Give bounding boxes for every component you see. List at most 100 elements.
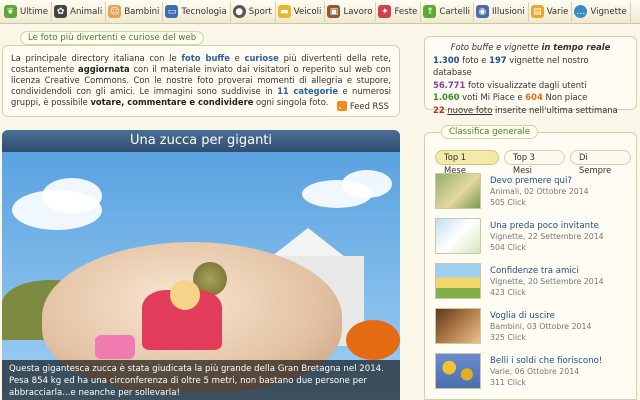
stats-text: foto visualizzate dagli utenti bbox=[465, 79, 587, 90]
pink-boots bbox=[95, 335, 135, 359]
nav-item-vignette[interactable]: … Vignette bbox=[572, 1, 631, 22]
stats-text: inserite nell'ultima settimana bbox=[492, 104, 618, 115]
nav-label: Ultime bbox=[20, 6, 49, 17]
list-item[interactable]: Devo premere qui? Animali, 02 Ottobre 201… bbox=[435, 173, 635, 218]
stats-title-text: Foto buffe e vignette bbox=[450, 42, 542, 52]
intro-bold: votare, commentare e condividere bbox=[90, 97, 254, 107]
intro-box: La principale directory italiana con le … bbox=[2, 45, 400, 117]
ranking-box: Classifica generale Top 1 Mese Top 3 Mes… bbox=[424, 125, 637, 400]
rss-label: Feed RSS bbox=[349, 101, 389, 111]
nav-label: Illusioni bbox=[491, 6, 525, 17]
nav-item-bambini[interactable]: ☺ Bambini bbox=[106, 1, 164, 22]
briefcase-icon: ▣ bbox=[327, 5, 341, 18]
intro-span: e bbox=[229, 53, 245, 63]
item-title[interactable]: Devo premere qui? bbox=[490, 176, 589, 187]
nav-label: Bambini bbox=[124, 6, 160, 17]
views-count: 56.771 bbox=[433, 79, 466, 90]
intro-span: La principale directory italiana con le bbox=[11, 53, 182, 63]
nav-item-cartelli[interactable]: ⇑ Cartelli bbox=[421, 1, 474, 22]
nav-item-varie[interactable]: ▤ Varie bbox=[529, 1, 573, 22]
nav-label: Animali bbox=[70, 6, 103, 17]
thumbnail[interactable] bbox=[435, 263, 481, 299]
item-meta: Animali, 02 Ottobre 2014 bbox=[490, 187, 589, 196]
list-item[interactable]: Belli i soldi che fioriscono! Varie, 06 O… bbox=[435, 353, 635, 398]
party-icon: ✦ bbox=[378, 5, 392, 18]
thumbnail[interactable] bbox=[435, 173, 481, 209]
item-meta: Varie, 06 Ottobre 2014 bbox=[490, 367, 580, 376]
item-title[interactable]: Voglia di uscire bbox=[490, 311, 591, 322]
eye-icon: ◉ bbox=[475, 5, 489, 18]
new-photos-link[interactable]: nuove foto bbox=[447, 105, 492, 115]
stats-line-views: 56.771 foto visualizzate dagli utenti bbox=[433, 79, 628, 92]
ranking-legend: Classifica generale bbox=[441, 125, 539, 139]
tab-top-1-mese[interactable]: Top 1 Mese bbox=[435, 150, 499, 175]
feature-title[interactable]: Una zucca per giganti bbox=[2, 130, 400, 152]
nav-item-ultime[interactable]: ❦ Ultime bbox=[2, 1, 53, 22]
thumbnail[interactable] bbox=[435, 308, 481, 344]
stats-title-bold: in tempo reale bbox=[541, 42, 611, 52]
item-title[interactable]: Confidenze tra amici bbox=[490, 266, 604, 277]
tab-top-3-mesi[interactable]: Top 3 Mesi bbox=[503, 150, 565, 175]
cloud-shape bbox=[42, 178, 102, 214]
item-meta: Vignette, 20 Settembre 2014 bbox=[490, 277, 604, 286]
signpost-icon: ⇑ bbox=[423, 5, 437, 18]
category-nav: ❦ Ultime ✿ Animali ☺ Bambini ▭ Tecnologia ● S… bbox=[0, 0, 640, 24]
list-item[interactable]: Voglia di uscire Bambini, 03 Ottobre 2014… bbox=[435, 308, 635, 353]
photos-count: 1.300 bbox=[433, 54, 460, 65]
item-title[interactable]: Una preda poco invitante bbox=[490, 221, 604, 232]
dislikes-count: 604 bbox=[525, 92, 543, 102]
intro-bold: foto buffe bbox=[181, 53, 230, 63]
monitor-icon: ▭ bbox=[165, 5, 179, 18]
item-meta: Bambini, 03 Ottobre 2014 bbox=[490, 322, 592, 331]
nav-item-lavoro[interactable]: ▣ Lavoro bbox=[325, 1, 377, 22]
child-face-icon: ☺ bbox=[108, 5, 122, 18]
nav-label: Vignette bbox=[590, 6, 627, 17]
list-item[interactable]: Confidenze tra amici Vignette, 20 Settemb… bbox=[435, 263, 635, 308]
leaf-icon: ❦ bbox=[4, 5, 17, 18]
item-clicks: 505 Click bbox=[490, 198, 526, 207]
nav-item-tecnologia[interactable]: ▭ Tecnologia bbox=[163, 1, 231, 22]
nav-label: Varie bbox=[546, 6, 569, 17]
item-title[interactable]: Belli i soldi che fioriscono! bbox=[490, 356, 602, 367]
item-meta: Vignette, 22 Settembre 2014 bbox=[490, 232, 604, 241]
stats-box: Foto buffe e vignette in tempo reale 1.3… bbox=[424, 36, 637, 115]
nav-label: Lavoro bbox=[343, 6, 373, 17]
intro-text: La principale directory italiana con le … bbox=[11, 53, 391, 108]
nav-label: Veicoli bbox=[293, 6, 322, 17]
nav-item-illusioni[interactable]: ◉ Illusioni bbox=[474, 1, 529, 22]
nav-label: Feste bbox=[394, 6, 418, 17]
intro-bold: curiose bbox=[244, 53, 279, 63]
nav-item-feste[interactable]: ✦ Feste bbox=[376, 1, 422, 22]
speech-bubble-icon: … bbox=[574, 5, 588, 18]
stats-line-new: 22 nuove foto inserite nell'ultima setti… bbox=[433, 104, 628, 117]
stats-title: Foto buffe e vignette in tempo reale bbox=[433, 41, 628, 54]
cartoons-count: 197 bbox=[489, 54, 507, 65]
thumbnail[interactable] bbox=[435, 353, 481, 389]
nav-label: Sport bbox=[248, 6, 272, 17]
list-item[interactable]: Una preda poco invitante Vignette, 22 Set… bbox=[435, 218, 635, 263]
folder-icon: ▤ bbox=[530, 5, 544, 18]
item-clicks: 311 Click bbox=[490, 378, 526, 387]
intro-bold: aggiornata bbox=[78, 64, 130, 74]
nav-item-veicoli[interactable]: ▬ Veicoli bbox=[276, 1, 326, 22]
likes-count: 1.060 bbox=[433, 92, 460, 102]
stats-text: voti Mi Piace e bbox=[459, 92, 526, 102]
soccer-ball-icon: ● bbox=[232, 5, 246, 18]
item-clicks: 423 Click bbox=[490, 288, 526, 297]
rss-icon bbox=[336, 101, 347, 111]
stats-text: foto e bbox=[459, 54, 490, 65]
paw-icon: ✿ bbox=[54, 5, 68, 18]
intro-span: ogni singola foto. bbox=[253, 97, 329, 107]
featured-photo[interactable]: Una zucca per giganti Questa gigantesca … bbox=[2, 130, 400, 400]
nav-item-sport[interactable]: ● Sport bbox=[231, 1, 276, 22]
rss-feed-link[interactable]: Feed RSS bbox=[336, 101, 389, 111]
item-clicks: 504 Click bbox=[490, 243, 526, 252]
stats-line-votes: 1.060 voti Mi Piace e 604 Non piace bbox=[433, 91, 628, 104]
tab-di-sempre[interactable]: Di Sempre bbox=[569, 150, 631, 175]
orange-pumpkin bbox=[346, 320, 400, 360]
thumbnail[interactable] bbox=[435, 218, 481, 254]
stats-text: Non piace bbox=[542, 92, 588, 102]
nav-item-animali[interactable]: ✿ Animali bbox=[52, 1, 107, 22]
ranking-tabs: Top 1 Mese Top 3 Mesi Di Sempre bbox=[435, 150, 636, 175]
intro-legend: Le foto più divertenti e curiose del web bbox=[20, 31, 205, 45]
